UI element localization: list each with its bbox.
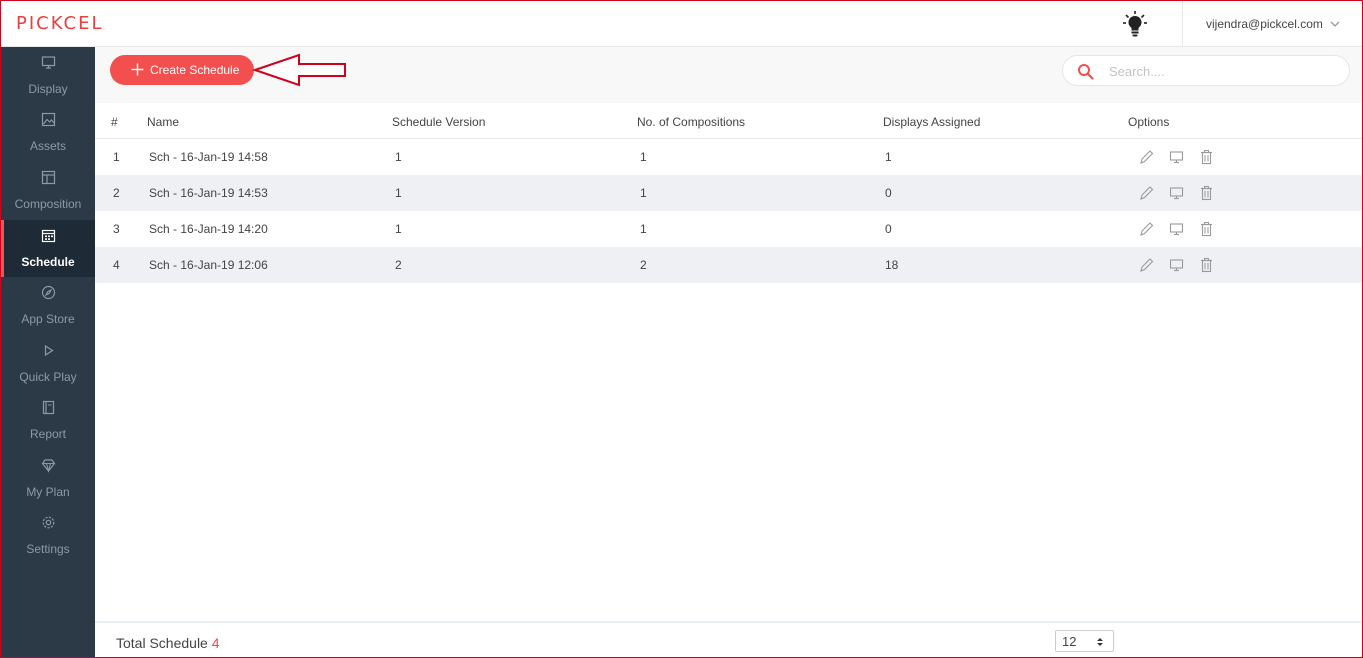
monitor-icon[interactable]	[1169, 221, 1184, 237]
row-displays: 1	[885, 150, 892, 164]
diamond-icon	[41, 459, 56, 473]
table-row[interactable]: 4 Sch - 16-Jan-19 12:06 2 2 18	[95, 247, 1362, 283]
sidebar-item-assets[interactable]: Assets	[1, 104, 95, 161]
annotation-arrow-icon	[252, 53, 346, 87]
pencil-icon[interactable]	[1139, 221, 1154, 237]
app-window: PICKCEL vijendra@pickcel.com Display Ass…	[0, 0, 1363, 658]
column-header-number[interactable]: #	[111, 115, 118, 129]
sidebar-item-settings[interactable]: Settings	[1, 507, 95, 564]
row-version: 1	[395, 186, 402, 200]
row-compositions: 1	[640, 150, 647, 164]
sidebar-item-display[interactable]: Display	[1, 47, 95, 104]
pencil-icon[interactable]	[1139, 149, 1154, 165]
table-footer: Total Schedule 4 12	[95, 621, 1362, 657]
sidebar-item-label: Assets	[29, 139, 66, 153]
table-row[interactable]: 2 Sch - 16-Jan-19 14:53 1 1 0	[95, 175, 1362, 211]
sidebar-item-my-plan[interactable]: My Plan	[1, 450, 95, 507]
layout-icon	[41, 170, 56, 185]
column-header-name[interactable]: Name	[147, 115, 179, 129]
gear-icon	[42, 516, 55, 529]
table-row[interactable]: 3 Sch - 16-Jan-19 14:20 1 1 0	[95, 211, 1362, 247]
sidebar-item-label: Display	[28, 82, 68, 96]
search-input[interactable]	[1109, 61, 1329, 81]
report-icon	[42, 400, 55, 415]
row-number: 4	[113, 258, 120, 272]
play-icon	[44, 344, 54, 357]
user-email[interactable]: vijendra@pickcel.com	[1206, 17, 1323, 31]
row-compositions: 1	[640, 222, 647, 236]
page-size-select[interactable]: 12	[1055, 630, 1114, 652]
row-number: 3	[113, 222, 120, 236]
create-schedule-button[interactable]: Create Schedule	[110, 55, 254, 85]
sidebar-item-schedule[interactable]: Schedule	[1, 220, 95, 277]
create-schedule-label: Create Schedule	[150, 63, 240, 77]
lightbulb-icon[interactable]	[1123, 11, 1147, 37]
sidebar-item-app-store[interactable]: App Store	[1, 277, 95, 334]
pickcel-logo[interactable]: PICKCEL	[16, 13, 104, 35]
row-options	[1137, 149, 1217, 165]
total-schedule-count: 4	[211, 635, 220, 651]
calendar-icon	[41, 229, 56, 243]
pencil-icon[interactable]	[1139, 185, 1154, 201]
table-header: # Name Schedule Version No. of Compositi…	[95, 103, 1362, 139]
sidebar-item-label: Schedule	[21, 255, 75, 269]
sidebar-item-quick-play[interactable]: Quick Play	[1, 335, 95, 392]
sidebar-item-label: App Store	[21, 312, 75, 326]
column-header-schedule-version[interactable]: Schedule Version	[392, 115, 485, 129]
row-options	[1137, 221, 1217, 237]
monitor-icon[interactable]	[1169, 257, 1184, 273]
sort-caret-icon	[1097, 638, 1103, 646]
sidebar-item-label: My Plan	[26, 485, 70, 499]
search-box[interactable]	[1062, 55, 1350, 86]
header-divider	[1182, 1, 1183, 47]
row-displays: 18	[885, 258, 899, 272]
row-number: 2	[113, 186, 120, 200]
monitor-icon[interactable]	[1169, 185, 1184, 201]
page-size-value: 12	[1062, 634, 1077, 649]
sidebar-item-label: Report	[29, 427, 67, 441]
row-name[interactable]: Sch - 16-Jan-19 14:58	[149, 150, 268, 164]
column-header-options: Options	[1128, 115, 1170, 129]
chevron-down-icon[interactable]	[1329, 18, 1341, 30]
sidebar-item-report[interactable]: Report	[1, 392, 95, 449]
search-icon	[1078, 64, 1094, 80]
sidebar: Display Assets Composition Schedule App …	[1, 47, 95, 657]
total-schedule-label: Total Schedule	[116, 635, 208, 651]
sidebar-item-label: Quick Play	[19, 370, 77, 384]
row-name[interactable]: Sch - 16-Jan-19 12:06	[149, 258, 268, 272]
row-options	[1137, 257, 1217, 273]
column-header-displays-assigned[interactable]: Displays Assigned	[883, 115, 980, 129]
toolbar: Create Schedule	[95, 47, 1362, 103]
row-options	[1137, 185, 1217, 201]
sidebar-item-label: Settings	[26, 542, 70, 556]
row-displays: 0	[885, 222, 892, 236]
main-content: Create Schedule # Name Schedule Version …	[95, 47, 1362, 657]
row-name[interactable]: Sch - 16-Jan-19 14:20	[149, 222, 268, 236]
row-version: 2	[395, 258, 402, 272]
image-icon	[41, 112, 56, 127]
sidebar-item-composition[interactable]: Composition	[1, 162, 95, 219]
trash-icon[interactable]	[1199, 149, 1214, 165]
row-version: 1	[395, 150, 402, 164]
row-version: 1	[395, 222, 402, 236]
row-compositions: 2	[640, 258, 647, 272]
total-schedule-summary: Total Schedule 4	[116, 635, 220, 651]
table-row[interactable]: 1 Sch - 16-Jan-19 14:58 1 1 1	[95, 139, 1362, 175]
trash-icon[interactable]	[1199, 257, 1214, 273]
compass-icon	[41, 285, 56, 300]
monitor-icon[interactable]	[1169, 149, 1184, 165]
pencil-icon[interactable]	[1139, 257, 1154, 273]
sidebar-item-label: Composition	[14, 197, 82, 211]
plus-icon	[131, 63, 144, 76]
row-name[interactable]: Sch - 16-Jan-19 14:53	[149, 186, 268, 200]
row-number: 1	[113, 150, 120, 164]
row-compositions: 1	[640, 186, 647, 200]
monitor-icon	[41, 56, 56, 69]
column-header-compositions[interactable]: No. of Compositions	[637, 115, 745, 129]
trash-icon[interactable]	[1199, 185, 1214, 201]
top-header: PICKCEL vijendra@pickcel.com	[1, 1, 1362, 47]
row-displays: 0	[885, 186, 892, 200]
trash-icon[interactable]	[1199, 221, 1214, 237]
